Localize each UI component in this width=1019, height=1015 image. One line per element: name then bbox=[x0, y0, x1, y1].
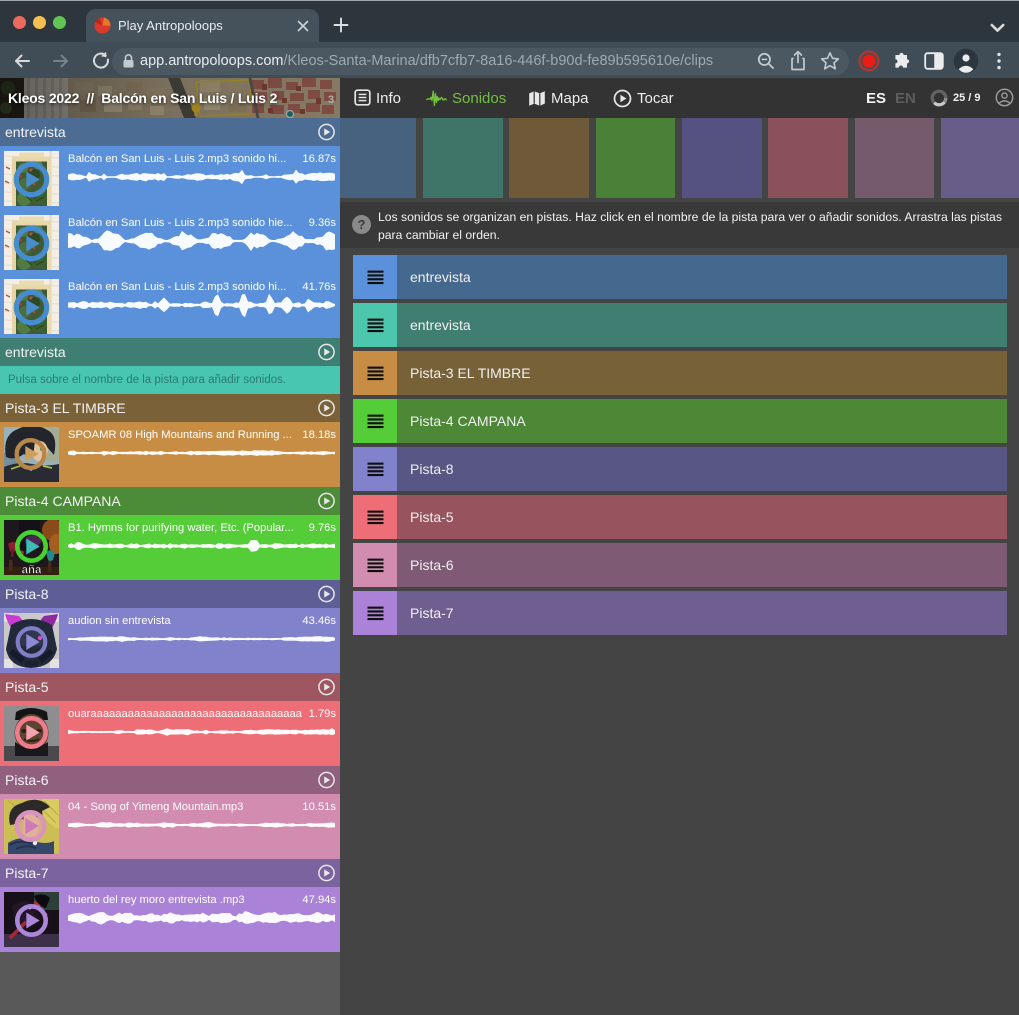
svg-text:aña: aña bbox=[21, 564, 41, 575]
